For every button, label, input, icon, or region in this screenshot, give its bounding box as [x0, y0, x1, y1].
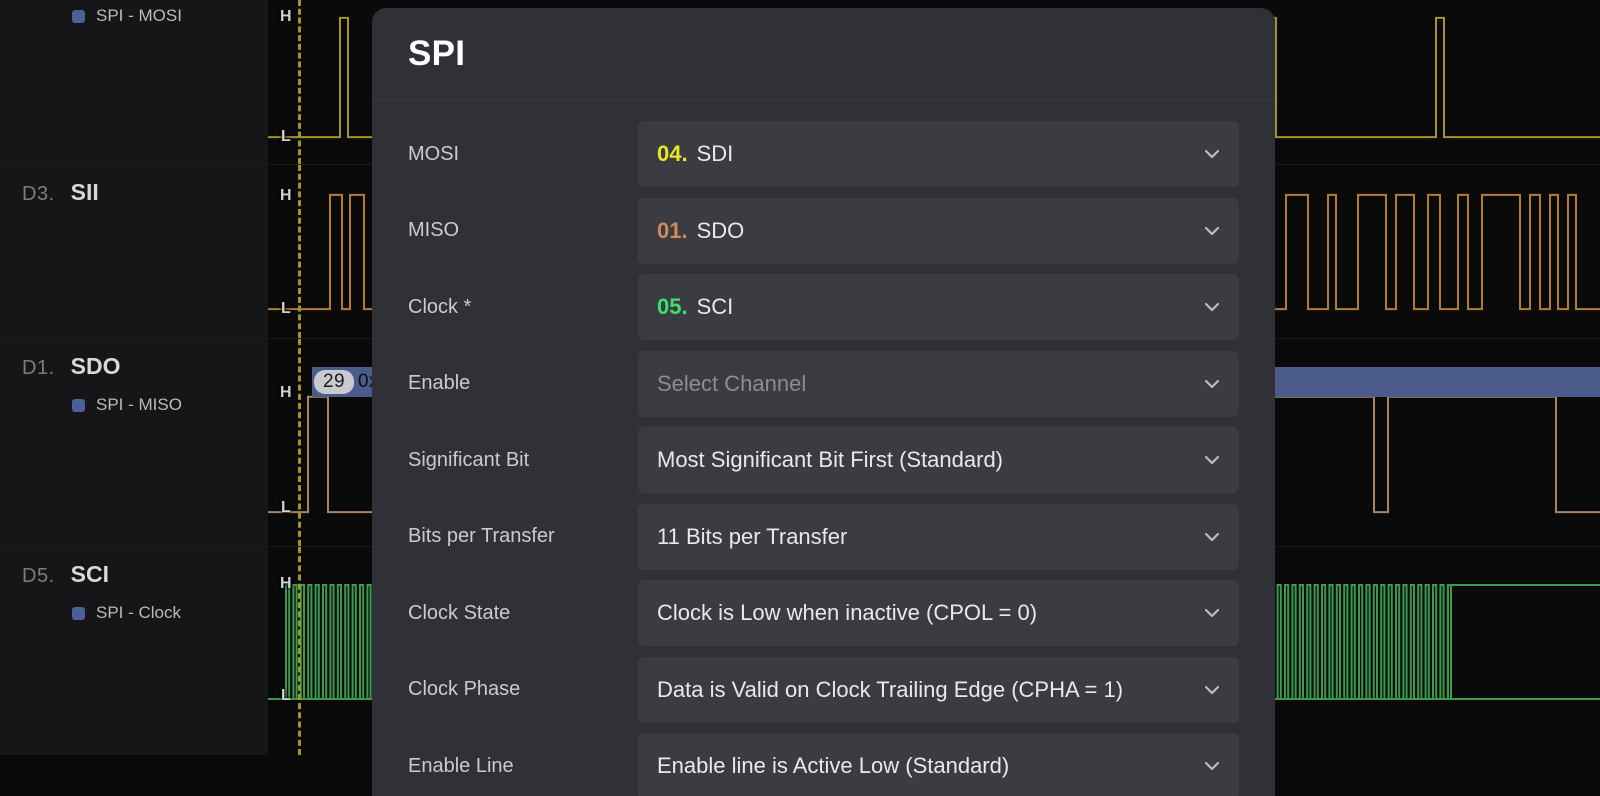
dropdown-bits-per-transfer[interactable]: 11 Bits per Transfer — [638, 504, 1239, 570]
field-row: MISO 01. SDO — [408, 193, 1239, 270]
dialog-title: SPI — [408, 34, 465, 74]
field-label: Bits per Transfer — [408, 525, 638, 548]
high-level-label: H — [280, 8, 292, 26]
chevron-down-icon[interactable] — [1202, 374, 1222, 394]
dropdown-value: Enable line is Active Low (Standard) — [657, 753, 1009, 779]
field-label: Clock Phase — [408, 678, 638, 701]
high-level-label: H — [280, 384, 292, 402]
lane-title: D1. SDO — [22, 353, 267, 380]
analyzer-color-dot — [72, 10, 85, 23]
lane-analyzer-tag[interactable]: SPI - MOSI — [72, 6, 267, 26]
field-label: Clock * — [408, 296, 638, 319]
dropdown-enable[interactable]: Select Channel — [638, 351, 1239, 417]
low-level-label: L — [281, 128, 291, 146]
dropdown-value: Most Significant Bit First (Standard) — [657, 447, 1003, 473]
field-row: Significant Bit Most Significant Bit Firs… — [408, 422, 1239, 499]
field-label: MISO — [408, 219, 638, 242]
chevron-down-icon[interactable] — [1202, 603, 1222, 623]
time-cursor[interactable] — [298, 0, 301, 164]
annotation-count-badge: 29 — [314, 370, 354, 394]
lane-header[interactable]: SPI - MOSI — [0, 0, 268, 164]
field-row: Enable Line Enable line is Active Low (St… — [408, 728, 1239, 796]
lane-analyzer-label: SPI - MOSI — [96, 6, 182, 26]
dropdown-value: Data is Valid on Clock Trailing Edge (CP… — [657, 677, 1123, 703]
dropdown-value: Clock is Low when inactive (CPOL = 0) — [657, 600, 1037, 626]
field-row: Clock * 05. SCI — [408, 269, 1239, 346]
dropdown-value: SCI — [697, 294, 734, 320]
field-row: Clock Phase Data is Valid on Clock Traili… — [408, 652, 1239, 729]
time-cursor[interactable] — [298, 165, 301, 338]
chevron-down-icon[interactable] — [1202, 221, 1222, 241]
lane-title: D5. SCI — [22, 561, 267, 588]
chevron-down-icon[interactable] — [1202, 450, 1222, 470]
dialog-header: SPI — [372, 8, 1275, 100]
analyzer-color-dot — [72, 607, 85, 620]
lane-header[interactable]: D5. SCI SPI - Clock — [0, 547, 268, 755]
analyzer-color-dot — [72, 399, 85, 412]
channel-number: 01. — [657, 218, 688, 244]
dropdown-miso[interactable]: 01. SDO — [638, 198, 1239, 264]
lane-analyzer-label: SPI - MISO — [96, 395, 182, 415]
lane-number: D1. — [22, 357, 55, 380]
lane-number: D3. — [22, 183, 55, 206]
field-label: Enable — [408, 372, 638, 395]
channel-number: 05. — [657, 294, 688, 320]
dropdown-value: SDO — [697, 218, 745, 244]
app-root: SPI - MOSI H L D3. SII — [0, 0, 1600, 796]
field-label: MOSI — [408, 143, 638, 166]
lane-name: SDO — [71, 353, 121, 380]
dropdown-clock-state[interactable]: Clock is Low when inactive (CPOL = 0) — [638, 580, 1239, 646]
field-row: Enable Select Channel — [408, 346, 1239, 423]
low-level-label: L — [281, 499, 291, 517]
field-row: MOSI 04. SDI — [408, 116, 1239, 193]
chevron-down-icon[interactable] — [1202, 527, 1222, 547]
lane-analyzer-tag[interactable]: SPI - MISO — [72, 395, 267, 415]
dropdown-mosi[interactable]: 04. SDI — [638, 121, 1239, 187]
lane-number: D5. — [22, 565, 55, 588]
dropdown-placeholder: Select Channel — [657, 371, 806, 397]
lane-header[interactable]: D3. SII — [0, 165, 268, 338]
lane-analyzer-label: SPI - Clock — [96, 603, 181, 623]
chevron-down-icon[interactable] — [1202, 144, 1222, 164]
dropdown-clock[interactable]: 05. SCI — [638, 274, 1239, 340]
field-label: Enable Line — [408, 755, 638, 778]
dropdown-significant-bit[interactable]: Most Significant Bit First (Standard) — [638, 427, 1239, 493]
lane-title: D3. SII — [22, 179, 267, 206]
chevron-down-icon[interactable] — [1202, 297, 1222, 317]
low-level-label: L — [281, 300, 291, 318]
lane-header[interactable]: D1. SDO SPI - MISO — [0, 339, 268, 546]
channel-number: 04. — [657, 141, 688, 167]
time-cursor[interactable] — [298, 547, 301, 755]
dropdown-clock-phase[interactable]: Data is Valid on Clock Trailing Edge (CP… — [638, 657, 1239, 723]
field-label: Significant Bit — [408, 449, 638, 472]
spi-settings-dialog: SPI MOSI 04. SDI MISO 01. SDO Clock * 05. SCI Ena… — [372, 8, 1275, 796]
dropdown-enable-line[interactable]: Enable line is Active Low (Standard) — [638, 733, 1239, 796]
dropdown-value: 11 Bits per Transfer — [657, 524, 847, 550]
field-label: Clock State — [408, 602, 638, 625]
dialog-body: MOSI 04. SDI MISO 01. SDO Clock * 05. SCI Enable S… — [372, 100, 1275, 796]
chevron-down-icon[interactable] — [1202, 680, 1222, 700]
dropdown-value: SDI — [697, 141, 734, 167]
time-cursor[interactable] — [298, 339, 301, 546]
field-row: Bits per Transfer 11 Bits per Transfer — [408, 499, 1239, 576]
lane-name: SCI — [71, 561, 109, 588]
lane-analyzer-tag[interactable]: SPI - Clock — [72, 603, 267, 623]
high-level-label: H — [280, 187, 292, 205]
chevron-down-icon[interactable] — [1202, 756, 1222, 776]
high-level-label: H — [280, 575, 292, 593]
lane-name: SII — [71, 179, 99, 206]
field-row: Clock State Clock is Low when inactive (C… — [408, 575, 1239, 652]
low-level-label: L — [281, 687, 291, 705]
